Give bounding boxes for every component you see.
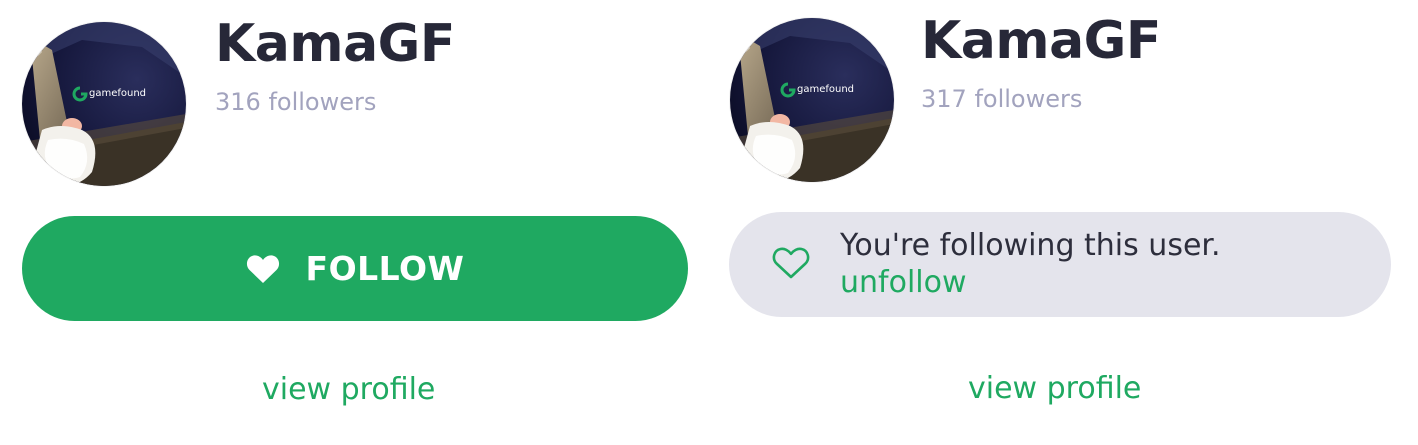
username[interactable]: KamaGF [921,15,1161,67]
heart-outline-icon [772,246,810,280]
avatar-image: gamefound [730,18,894,182]
gamefound-logo-text: gamefound [89,88,146,99]
avatar[interactable]: gamefound [22,22,186,186]
heart-icon [246,254,280,284]
unfollow-link[interactable]: unfollow [840,265,967,301]
user-card-not-following: gamefound KamaGF 316 followers FOLLOW vi… [20,0,700,445]
view-profile-link[interactable]: view profile [968,371,1141,407]
avatar-image: gamefound [22,22,186,186]
username[interactable]: KamaGF [215,18,455,70]
user-card-following: gamefound KamaGF 317 followers You're fo… [726,0,1406,445]
following-status-box: You're following this user. unfollow [729,212,1391,317]
follow-button-label: FOLLOW [305,249,465,288]
avatar[interactable]: gamefound [730,18,894,182]
following-status-text: You're following this user. [840,228,1221,263]
gamefound-logo-text: gamefound [797,84,854,95]
follow-button[interactable]: FOLLOW [22,216,688,321]
follower-count: 316 followers [215,88,377,116]
view-profile-link[interactable]: view profile [262,372,435,408]
follower-count: 317 followers [921,85,1083,113]
